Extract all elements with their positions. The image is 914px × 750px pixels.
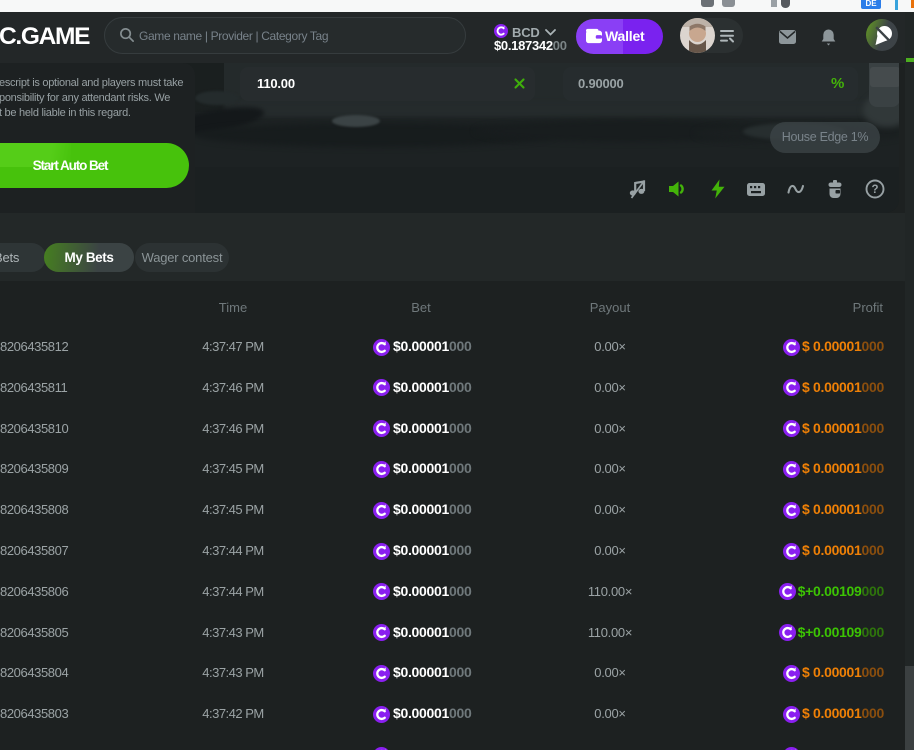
svg-text:?: ? xyxy=(871,184,878,196)
